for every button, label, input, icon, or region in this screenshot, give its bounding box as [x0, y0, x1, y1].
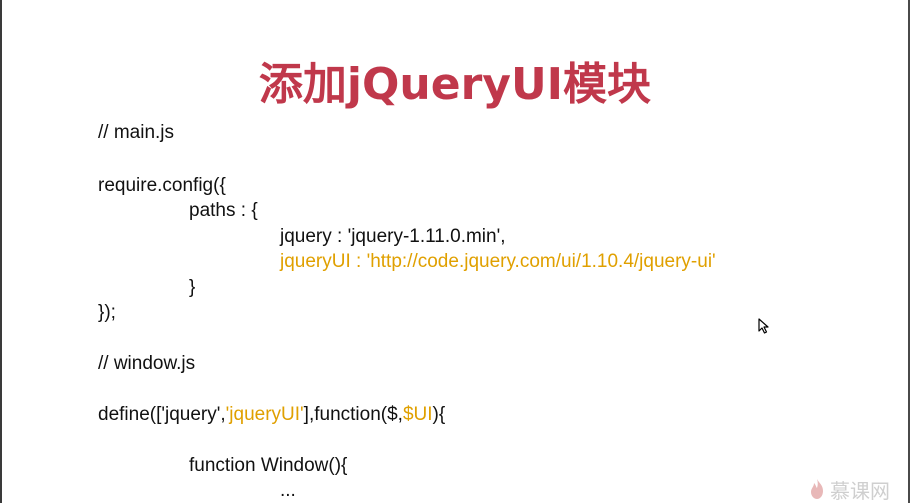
comment-main-js: // main.js: [98, 122, 175, 143]
jquery-path-line: jquery : 'jquery-1.11.0.min',: [280, 226, 506, 247]
ellipsis-line: ...: [280, 480, 296, 501]
define-line: define(['jquery','jqueryUI'],function($,…: [98, 404, 445, 426]
require-config-line: require.config({: [98, 175, 226, 196]
define-part-3: ],function($,: [303, 404, 403, 425]
define-part-1: define(['jquery',: [98, 404, 226, 425]
define-ui-param: $UI: [402, 404, 433, 425]
flame-logo-icon: [811, 479, 823, 499]
define-jqueryui-module: 'jqueryUI': [225, 404, 304, 425]
jqueryui-path-line: jqueryUI : 'http://code.jquery.com/ui/1.…: [280, 251, 716, 272]
config-close-line: });: [98, 302, 116, 323]
function-window-line: function Window(){: [189, 455, 348, 476]
slide-title: 添加jQueryUI模块: [258, 59, 652, 110]
watermark-text: 慕课网: [830, 478, 890, 503]
comment-window-js: // window.js: [98, 353, 196, 374]
paths-close-brace: }: [189, 277, 196, 298]
define-part-5: ){: [432, 404, 446, 425]
mouse-cursor-icon: [758, 318, 769, 334]
watermark: 慕课网: [808, 476, 890, 503]
paths-line: paths : {: [189, 200, 258, 221]
